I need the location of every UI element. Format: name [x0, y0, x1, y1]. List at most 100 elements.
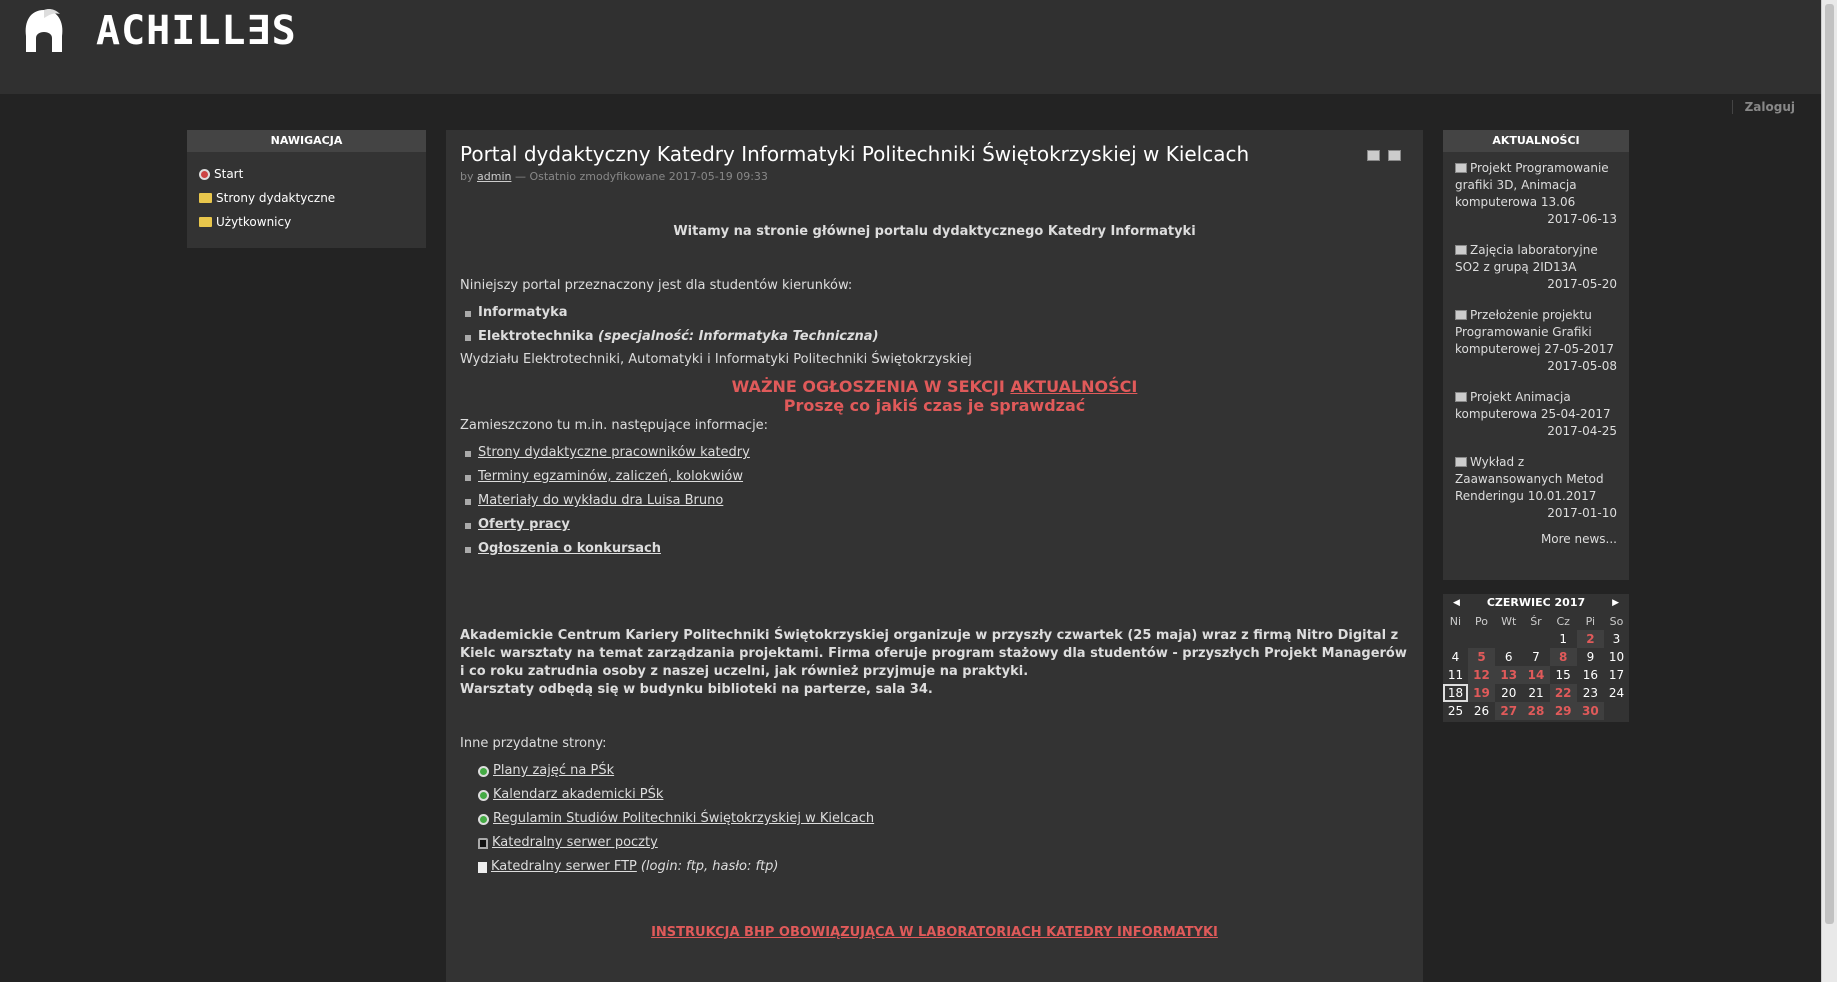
- calendar-day[interactable]: 28: [1522, 702, 1550, 720]
- calendar-day[interactable]: 3: [1604, 630, 1629, 648]
- link-serwer-poczty[interactable]: Katedralny serwer poczty: [492, 831, 658, 855]
- calendar-week: 123: [1443, 630, 1629, 648]
- news-item[interactable]: Zajęcia laboratoryjne SO2 z grupą 2ID13A…: [1443, 234, 1629, 299]
- news-item[interactable]: Wykład z Zaawansowanych Metod Renderingu…: [1443, 446, 1629, 528]
- calendar-day[interactable]: 15: [1550, 666, 1577, 684]
- bhp-instruction-link[interactable]: INSTRUKCJA BHP OBOWIĄZUJĄCA W LABORATORI…: [651, 925, 1218, 940]
- prev-month-icon[interactable]: ◀: [1453, 594, 1460, 612]
- meta-modified: — Ostatnio zmodyfikowane 2017-05-19 09:3…: [514, 170, 768, 183]
- calendar-day[interactable]: 21: [1522, 684, 1549, 702]
- calendar-day[interactable]: 14: [1522, 666, 1550, 684]
- calendar-day[interactable]: 22: [1549, 684, 1577, 702]
- info-intro: Zamieszczono tu m.in. następujące inform…: [460, 418, 769, 433]
- calendar-weekday: Śr: [1530, 614, 1542, 628]
- news-section-link[interactable]: AKTUALNOŚCI: [1010, 377, 1137, 396]
- scrollbar-thumb[interactable]: [1825, 4, 1834, 924]
- site-logo-text[interactable]: ACHILL∃S: [96, 8, 297, 54]
- calendar-day[interactable]: 26: [1468, 702, 1495, 720]
- calendar-day[interactable]: 23: [1577, 684, 1604, 702]
- announcement-text-2: Warsztaty odbędą się w budynku bibliotek…: [460, 682, 933, 697]
- calendar-day[interactable]: 10: [1604, 648, 1629, 666]
- announcement-text: Akademickie Centrum Kariery Politechniki…: [460, 628, 1407, 679]
- info-link-terminy[interactable]: Terminy egzaminów, zaliczeń, kolokwiów: [478, 469, 743, 484]
- next-month-icon[interactable]: ▶: [1612, 594, 1619, 612]
- calendar-day[interactable]: 6: [1495, 648, 1522, 666]
- news-icon: [1455, 310, 1467, 320]
- page-scrollbar[interactable]: [1821, 0, 1837, 982]
- news-item[interactable]: Przełożenie projektu Programowanie Grafi…: [1443, 299, 1629, 381]
- calendar-weekday: Po: [1475, 614, 1488, 628]
- info-link-oferty[interactable]: Oferty pracy: [478, 517, 570, 532]
- more-news-link[interactable]: More news...: [1443, 528, 1629, 550]
- news-item-date: 2017-05-20: [1547, 277, 1617, 291]
- calendar-day[interactable]: 12: [1467, 666, 1496, 684]
- calendar-day[interactable]: 4: [1443, 648, 1468, 666]
- news-item-title: Przełożenie projektu Programowanie Grafi…: [1455, 308, 1614, 356]
- folder-icon: [199, 217, 212, 227]
- calendar-day[interactable]: 9: [1577, 648, 1604, 666]
- calendar-day[interactable]: 17: [1604, 666, 1629, 684]
- info-link-konkursy[interactable]: Ogłoszenia o konkursach: [478, 541, 661, 556]
- info-link-materialy[interactable]: Materiały do wykładu dra Luisa Bruno: [478, 493, 723, 508]
- news-item-date: 2017-05-08: [1547, 359, 1617, 373]
- calendar-day[interactable]: 11: [1443, 666, 1468, 684]
- news-item[interactable]: Projekt Programowanie grafiki 3D, Animac…: [1443, 152, 1629, 234]
- program-note: (specjalność: Informatyka Techniczna): [598, 329, 879, 344]
- calendar-day[interactable]: 8: [1549, 648, 1577, 666]
- calendar-month: CZERWIEC 2017: [1486, 596, 1586, 609]
- print-icon[interactable]: [1388, 150, 1401, 161]
- news-item-date: 2017-06-13: [1547, 212, 1617, 226]
- calendar-widget: ◀ CZERWIEC 2017 ▶ Ni Po Wt Śr Cz Pi So 1234567…: [1443, 594, 1629, 722]
- link-regulamin[interactable]: Regulamin Studiów Politechniki Świętokrz…: [493, 807, 874, 831]
- document-meta: by admin — Ostatnio zmodyfikowane 2017-0…: [460, 170, 1409, 183]
- calendar-day[interactable]: 30: [1576, 702, 1604, 720]
- calendar-day: [1468, 630, 1495, 648]
- author-link[interactable]: admin: [477, 170, 511, 183]
- calendar-day: [1443, 630, 1468, 648]
- calendar-day[interactable]: 1: [1550, 630, 1577, 648]
- globe-icon: [478, 813, 489, 825]
- link-plany-zajec[interactable]: Plany zajęć na PŚk: [493, 759, 614, 783]
- nav-item-strony-dydaktyczne[interactable]: Strony dydaktyczne: [199, 186, 414, 210]
- calendar-day[interactable]: 29: [1549, 702, 1577, 720]
- calendar-week: 11 12 13 14 15 16 17: [1443, 666, 1629, 684]
- folder-icon: [199, 193, 212, 203]
- calendar-day[interactable]: 7: [1522, 648, 1549, 666]
- list-item: Oferty pracy: [465, 513, 1409, 537]
- login-link[interactable]: Zaloguj: [1731, 100, 1795, 114]
- list-item: Terminy egzaminów, zaliczeń, kolokwiów: [465, 465, 1409, 489]
- info-links-list: Strony dydaktyczne pracowników katedry T…: [465, 441, 1409, 561]
- calendar-day[interactable]: 18: [1443, 684, 1468, 702]
- calendar-day[interactable]: 16: [1577, 666, 1604, 684]
- link-serwer-ftp[interactable]: Katedralny serwer FTP: [491, 855, 637, 879]
- list-item: Materiały do wykładu dra Luisa Bruno: [465, 489, 1409, 513]
- calendar-day[interactable]: 19: [1467, 684, 1496, 702]
- main-content: Portal dydaktyczny Katedry Informatyki P…: [446, 130, 1423, 982]
- calendar-day[interactable]: 20: [1495, 684, 1522, 702]
- info-link-strony[interactable]: Strony dydaktyczne pracowników katedry: [478, 445, 750, 460]
- news-item-title: Wykład z Zaawansowanych Metod Renderingu…: [1455, 455, 1604, 503]
- news-icon: [1455, 392, 1467, 402]
- important-notice: WAŻNE OGŁOSZENIA W SEKCJI AKTUALNOŚCI: [460, 377, 1409, 396]
- list-item: Katedralny serwer FTP (login: ftp, hasło…: [478, 855, 1409, 879]
- nav-item-uzytkownicy[interactable]: Użytkownicy: [199, 210, 414, 234]
- page-title: Portal dydaktyczny Katedry Informatyki P…: [460, 142, 1250, 166]
- link-kalendarz[interactable]: Kalendarz akademicki PŚk: [493, 783, 663, 807]
- faculty-text: Wydziału Elektrotechniki, Automatyki i I…: [460, 352, 972, 367]
- spartan-helmet-logo[interactable]: [22, 8, 66, 58]
- news-title: AKTUALNOŚCI: [1443, 130, 1629, 152]
- calendar-day[interactable]: 5: [1467, 648, 1496, 666]
- programs-list: Informatyka Elektrotechnika (specjalność…: [465, 301, 1409, 349]
- news-icon: [1455, 163, 1467, 173]
- calendar-weekdays: Ni Po Wt Śr Cz Pi So: [1443, 612, 1629, 630]
- calendar-header: ◀ CZERWIEC 2017 ▶: [1443, 594, 1629, 612]
- calendar-day[interactable]: 24: [1604, 684, 1629, 702]
- calendar-day[interactable]: 2: [1576, 630, 1604, 648]
- news-icon: [1455, 457, 1467, 467]
- email-icon[interactable]: [1367, 150, 1380, 161]
- calendar-day[interactable]: 27: [1495, 702, 1523, 720]
- news-item[interactable]: Projekt Animacja komputerowa 25-04-2017 2…: [1443, 381, 1629, 446]
- calendar-day[interactable]: 25: [1443, 702, 1468, 720]
- calendar-day[interactable]: 13: [1495, 666, 1523, 684]
- nav-item-start[interactable]: Start: [199, 162, 414, 186]
